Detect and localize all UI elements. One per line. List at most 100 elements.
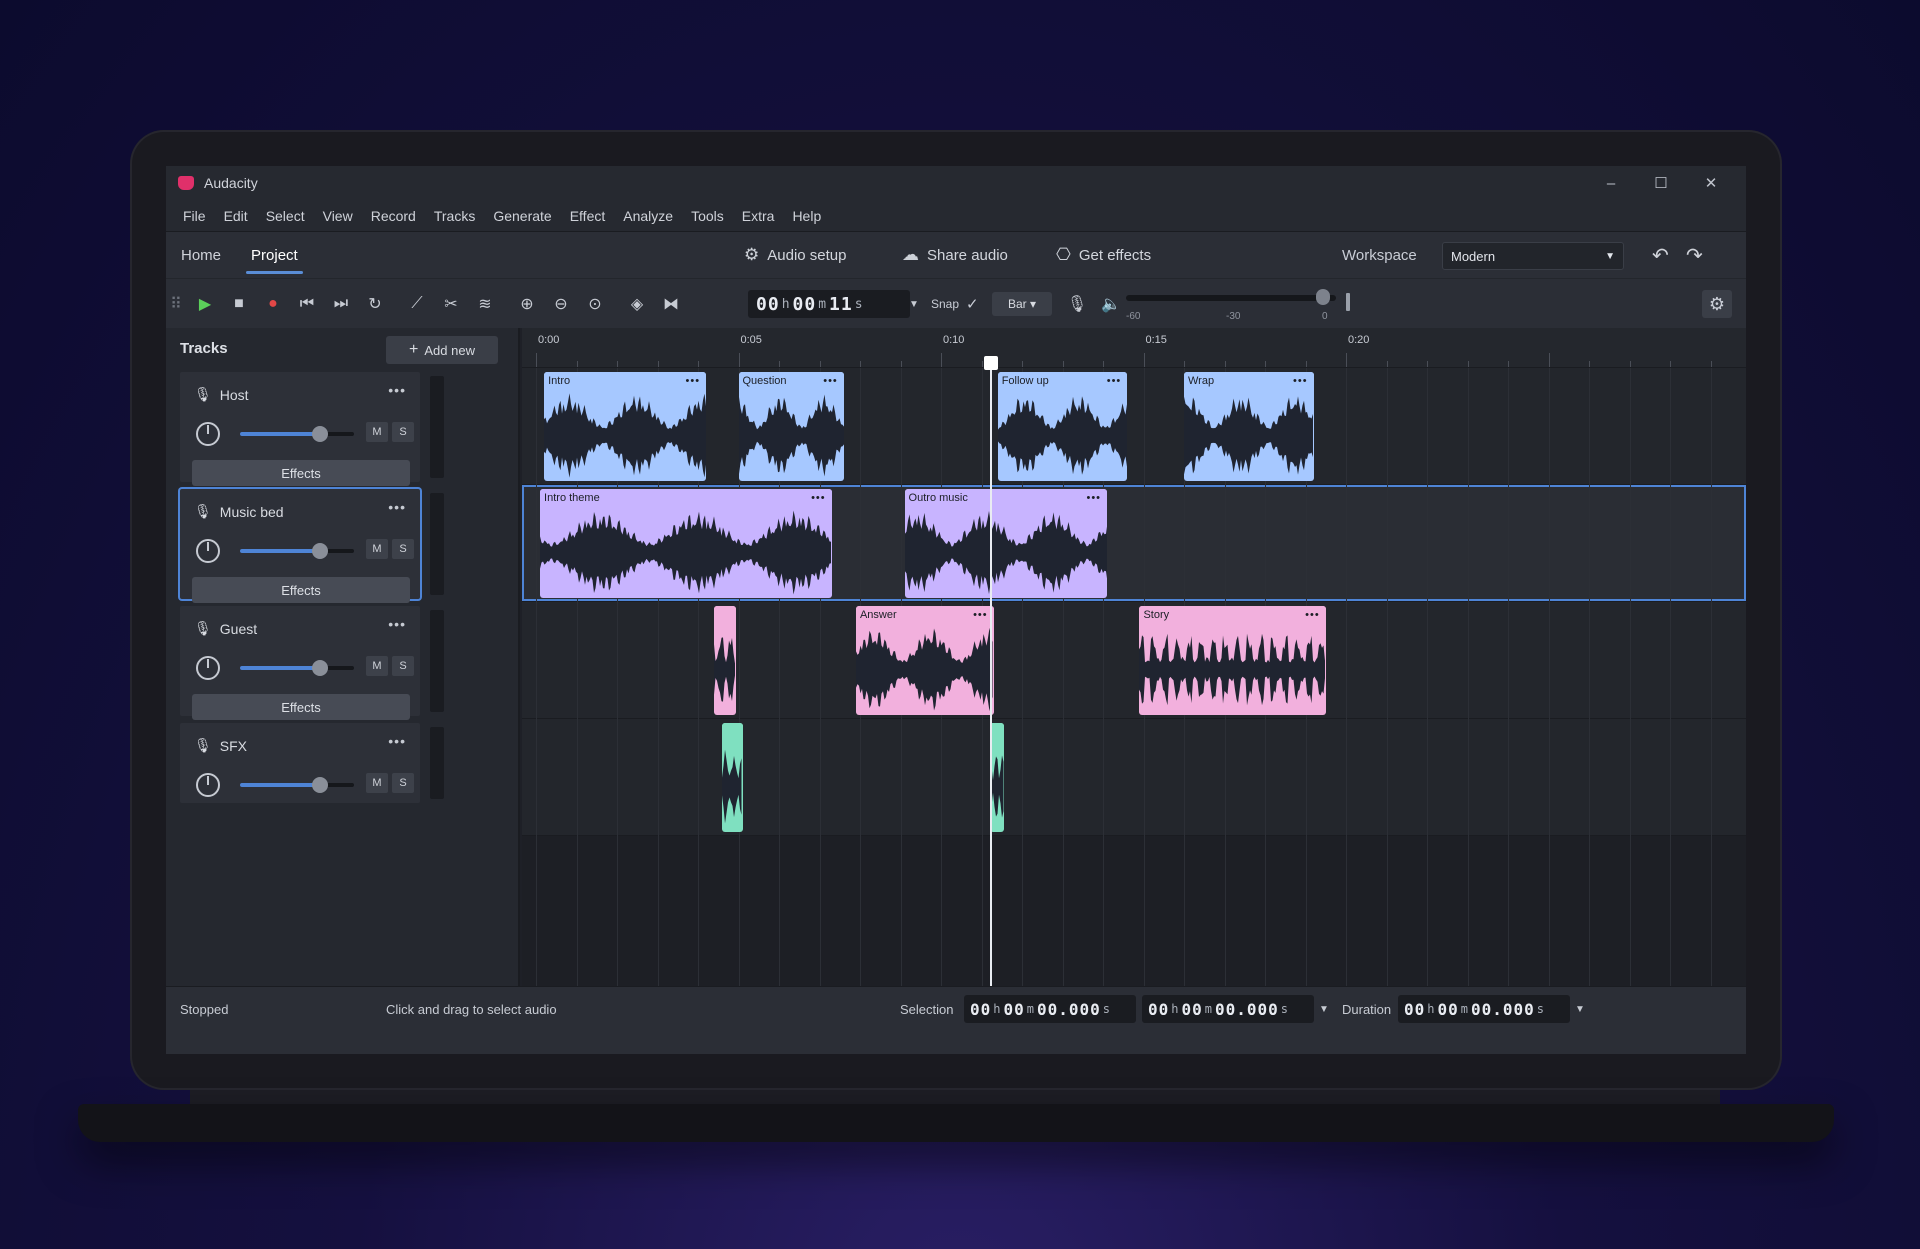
menu-effect[interactable]: Effect [561, 208, 615, 224]
volume-handle[interactable] [312, 777, 328, 793]
settings-gear-button[interactable]: ⚙ [1702, 290, 1732, 318]
clip-header[interactable]: Intro theme ••• [540, 489, 832, 507]
track-menu-button[interactable]: ••• [388, 382, 406, 398]
redo-button[interactable]: ↷ [1686, 232, 1703, 278]
add-new-track-button[interactable]: + Add new [386, 336, 498, 364]
menu-help[interactable]: Help [783, 208, 830, 224]
tab-project[interactable]: Project [236, 232, 313, 278]
trim-tool-button[interactable]: ≋ [470, 290, 500, 318]
minimize-button[interactable]: – [1586, 166, 1636, 200]
solo-button[interactable]: S [392, 773, 414, 793]
cut-tool-button[interactable]: ✂ [436, 290, 466, 318]
track-name[interactable]: 🎙 Host [194, 386, 249, 403]
undo-button[interactable]: ↶ [1652, 232, 1669, 278]
volume-slider-handle[interactable] [1316, 289, 1330, 305]
audio-clip[interactable]: Story ••• [1139, 606, 1326, 715]
clip-menu-button[interactable]: ••• [1293, 375, 1308, 387]
skip-to-end-button[interactable]: ⏭ [326, 290, 356, 318]
selection-end-timecode[interactable]: 00 h 00 m 00.000 s [1142, 995, 1314, 1023]
clip-header[interactable]: Answer ••• [855, 606, 994, 624]
track-control[interactable]: 🎙 Host ••• M S Effects [180, 372, 420, 486]
microphone-meter-icon[interactable]: 🎙 [1062, 290, 1092, 318]
share-audio-button[interactable]: ☁ Share audio [902, 232, 1008, 278]
effects-button[interactable]: Effects [192, 577, 410, 603]
audio-clip[interactable]: Follow up ••• [997, 372, 1128, 481]
timeline[interactable]: 0:00 0:05 0:10 0:15 0:20 Intro ••• Question •••… [522, 328, 1746, 986]
mute-button[interactable]: M [366, 773, 388, 793]
track-menu-button[interactable]: ••• [388, 499, 406, 515]
clip-header[interactable]: Follow up ••• [997, 372, 1128, 390]
clip-menu-button[interactable]: ••• [1107, 375, 1122, 387]
clip-menu-button[interactable]: ••• [1086, 492, 1101, 504]
track-name[interactable]: 🎙 Guest [194, 620, 257, 637]
get-effects-button[interactable]: ⎔ Get effects [1056, 232, 1151, 278]
menu-edit[interactable]: Edit [215, 208, 257, 224]
zoom-in-button[interactable]: ⊕ [512, 290, 542, 318]
track-control[interactable]: 🎙 Guest ••• M S Effects [180, 606, 420, 720]
volume-handle[interactable] [312, 660, 328, 676]
menu-view[interactable]: View [314, 208, 362, 224]
clip-menu-button[interactable]: ••• [811, 492, 826, 504]
track-volume-slider[interactable] [240, 426, 354, 442]
trim-audio-button[interactable]: ◈ [622, 290, 652, 318]
menu-generate[interactable]: Generate [484, 208, 560, 224]
duration-format-dropdown[interactable]: ▼ [1572, 995, 1588, 1023]
mute-button[interactable]: M [366, 656, 388, 676]
solo-button[interactable]: S [392, 539, 414, 559]
close-button[interactable]: ✕ [1686, 166, 1736, 200]
track-lane[interactable] [522, 602, 1746, 719]
volume-handle[interactable] [312, 426, 328, 442]
track-volume-slider[interactable] [240, 543, 354, 559]
menu-analyze[interactable]: Analyze [614, 208, 682, 224]
track-lane[interactable] [522, 719, 1746, 836]
timecode-format-dropdown[interactable]: ▼ [906, 290, 922, 318]
skip-to-start-button[interactable]: ⏮ [292, 290, 322, 318]
time-ruler[interactable]: 0:00 0:05 0:10 0:15 0:20 [522, 328, 1746, 368]
track-control[interactable]: 🎙 SFX ••• M S [180, 723, 420, 803]
track-menu-button[interactable]: ••• [388, 733, 406, 749]
audio-clip[interactable] [714, 606, 737, 715]
clip-header[interactable] [722, 723, 743, 741]
clip-menu-button[interactable]: ••• [973, 609, 988, 621]
mute-button[interactable]: M [366, 422, 388, 442]
clip-header[interactable]: Question ••• [738, 372, 844, 390]
volume-handle[interactable] [312, 543, 328, 559]
track-control[interactable]: 🎙 Music bed ••• M S Effects [180, 489, 420, 603]
clip-menu-button[interactable]: ••• [823, 375, 838, 387]
envelope-tool-button[interactable]: ⟋ [402, 290, 432, 318]
pan-knob[interactable] [196, 773, 220, 797]
effects-button[interactable]: Effects [192, 460, 410, 486]
solo-button[interactable]: S [392, 656, 414, 676]
tab-home[interactable]: Home [166, 232, 236, 278]
stop-button[interactable]: ■ [224, 290, 254, 318]
zoom-fit-button[interactable]: ⊙ [580, 290, 610, 318]
menu-record[interactable]: Record [362, 208, 425, 224]
playhead-handle[interactable] [983, 356, 998, 370]
clip-header[interactable]: Intro ••• [544, 372, 707, 390]
solo-button[interactable]: S [392, 422, 414, 442]
audio-clip[interactable]: Wrap ••• [1184, 372, 1314, 481]
audio-setup-button[interactable]: ⚙ Audio setup [744, 232, 846, 278]
silence-audio-button[interactable]: ⧓ [656, 290, 686, 318]
track-name[interactable]: 🎙 Music bed [194, 503, 284, 520]
playback-timecode[interactable]: 00 h 00 m 11 s [748, 290, 910, 318]
clip-header[interactable] [714, 606, 737, 624]
audio-clip[interactable]: Intro theme ••• [540, 489, 832, 598]
menu-select[interactable]: Select [257, 208, 314, 224]
track-volume-slider[interactable] [240, 777, 354, 793]
play-button[interactable]: ▶ [190, 290, 220, 318]
track-name[interactable]: 🎙 SFX [194, 737, 247, 754]
clip-menu-button[interactable]: ••• [1305, 609, 1320, 621]
clip-header[interactable]: Story ••• [1139, 606, 1326, 624]
record-button[interactable]: ● [258, 290, 288, 318]
audio-clip[interactable]: Intro ••• [544, 372, 707, 481]
mute-button[interactable]: M [366, 539, 388, 559]
pan-knob[interactable] [196, 539, 220, 563]
workspace-select[interactable]: Modern ▼ [1442, 242, 1624, 270]
snap-checkbox[interactable]: ✓ [966, 290, 979, 318]
menu-extra[interactable]: Extra [733, 208, 784, 224]
menu-tools[interactable]: Tools [682, 208, 733, 224]
effects-button[interactable]: Effects [192, 694, 410, 720]
maximize-button[interactable]: ☐ [1636, 166, 1686, 200]
audio-clip[interactable]: Answer ••• [855, 606, 994, 715]
